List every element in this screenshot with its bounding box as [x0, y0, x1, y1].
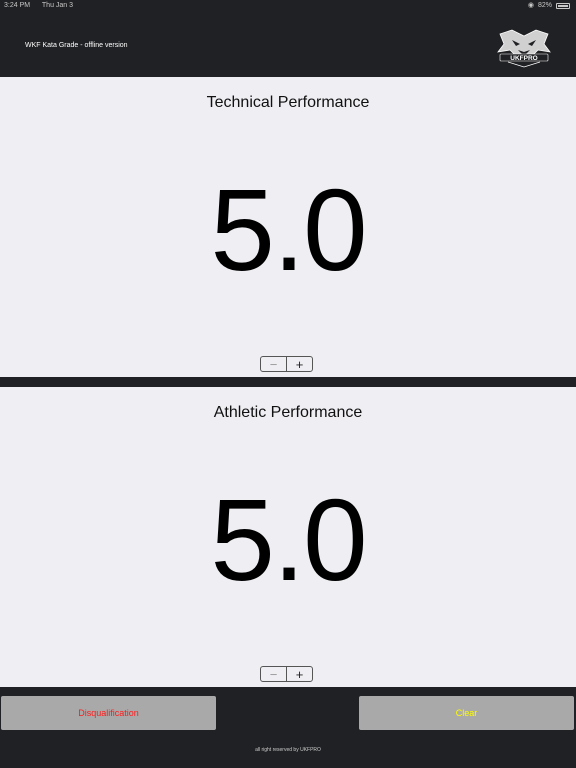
status-date: Thu Jan 3: [41, 2, 74, 9]
technical-performance-score: 5.0: [210, 165, 367, 295]
status-left: 3:24 PM Thu Jan 3: [4, 0, 83, 12]
technical-performance-title: Technical Performance: [206, 94, 370, 111]
app-title: WKF Kata Grade - offline version: [25, 42, 128, 49]
athletic-decrement-button[interactable]: −: [261, 667, 287, 681]
disqualification-button[interactable]: Disqualification: [1, 696, 216, 730]
wifi-icon: ◉: [527, 2, 534, 9]
app-root: 3:24 PM Thu Jan 3 ◉ 82% WKF Kata Grade -…: [0, 0, 576, 768]
technical-increment-button[interactable]: +: [287, 357, 312, 371]
technical-performance-panel: Technical Performance 5.0 − +: [0, 77, 576, 377]
logo-text: UKFPRO: [510, 55, 537, 62]
technical-decrement-button[interactable]: −: [261, 357, 287, 371]
status-right: ◉ 82%: [528, 0, 570, 12]
footer-copyright: all right reserved by UKFPRO: [255, 747, 321, 753]
status-time: 3:24 PM: [4, 2, 31, 9]
technical-performance-stepper[interactable]: − +: [260, 356, 313, 372]
ukfpro-logo: UKFPRO: [497, 29, 551, 68]
athletic-performance-score: 5.0: [210, 475, 367, 605]
athletic-increment-button[interactable]: +: [287, 667, 312, 681]
athletic-performance-stepper[interactable]: − +: [260, 666, 313, 682]
battery-percent: 82%: [537, 2, 552, 9]
bottom-bar: Disqualification Clear all right reserve…: [0, 687, 576, 768]
clear-button[interactable]: Clear: [359, 696, 574, 730]
header: WKF Kata Grade - offline version UKFPRO: [0, 12, 576, 77]
athletic-performance-title: Athletic Performance: [213, 404, 363, 421]
battery-icon: [556, 3, 570, 9]
athletic-performance-panel: Athletic Performance 5.0 − +: [0, 387, 576, 687]
status-bar: 3:24 PM Thu Jan 3 ◉ 82%: [0, 0, 576, 12]
